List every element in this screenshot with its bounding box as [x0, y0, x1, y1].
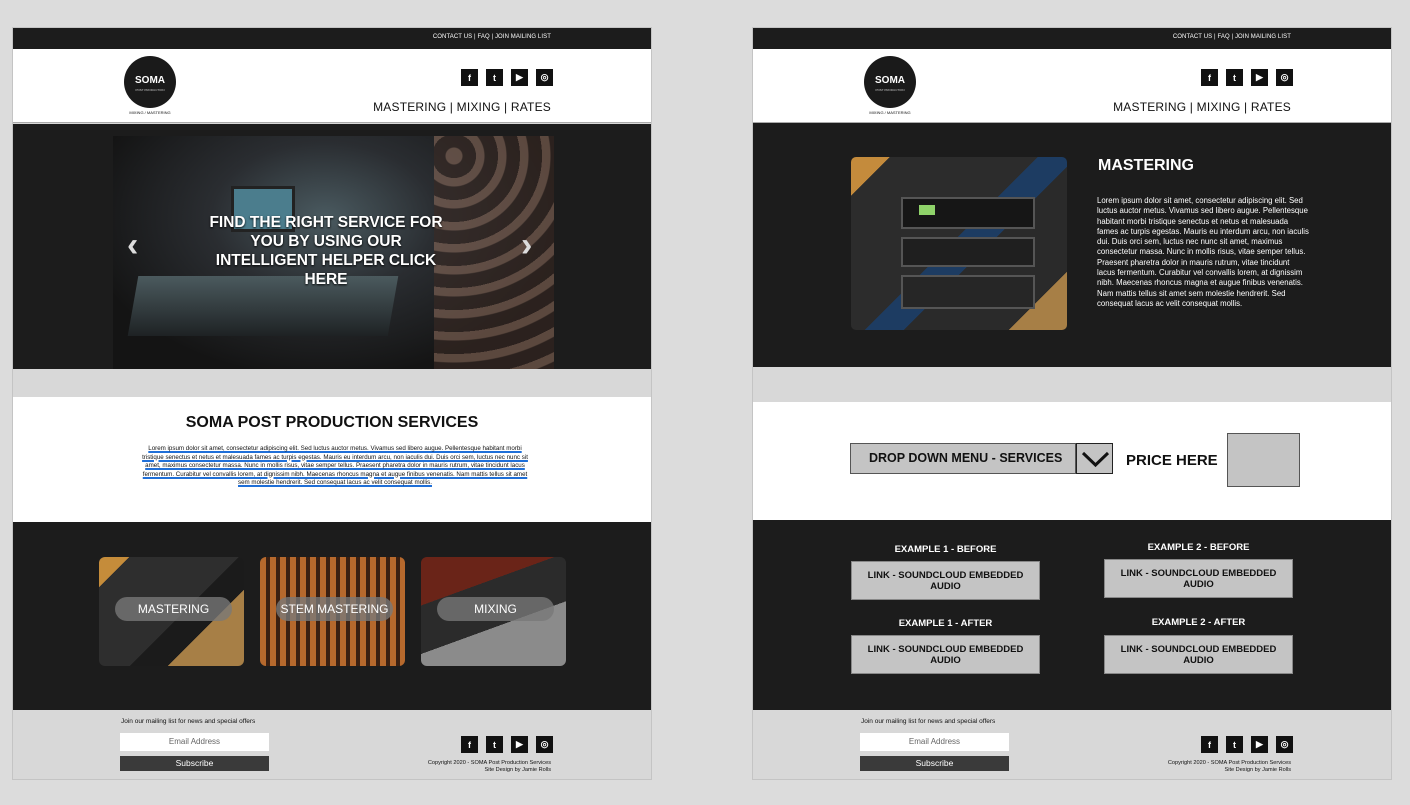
service-cards-section: MASTERING STEM MASTERING MIXING — [13, 522, 651, 710]
youtube-icon[interactable]: ▶ — [511, 69, 528, 86]
card-label: MIXING — [437, 597, 554, 621]
header-social-icons: f t ▶ ◎ — [461, 69, 553, 86]
site-header: SOMA POST PRODUCTION MIXING / MASTERING … — [13, 49, 651, 123]
subscribe-button[interactable]: Subscribe — [860, 756, 1009, 771]
carousel-prev-icon[interactable]: ‹ — [127, 228, 138, 262]
outboard-rack-image — [851, 157, 1067, 330]
site-credit: Site Design by Jamie Rolls — [1224, 767, 1291, 773]
copyright-text: Copyright 2020 - SOMA Post Production Se… — [427, 760, 551, 766]
mastering-heading: MASTERING — [1098, 157, 1194, 174]
instagram-icon[interactable]: ◎ — [1276, 736, 1293, 753]
twitter-icon[interactable]: t — [1226, 69, 1243, 86]
acoustic-panel-wall — [434, 136, 554, 369]
example-1-after-label: EXAMPLE 1 - AFTER — [898, 618, 993, 629]
copyright-text: Copyright 2020 - SOMA Post Production Se… — [1167, 760, 1291, 766]
logo-text: SOMA — [875, 75, 905, 86]
instagram-icon[interactable]: ◎ — [536, 736, 553, 753]
soma-logo[interactable]: SOMA POST PRODUCTION — [124, 56, 176, 108]
subscribe-button[interactable]: Subscribe — [120, 756, 269, 771]
services-intro: SOMA POST PRODUCTION SERVICES Lorem ipsu… — [13, 397, 651, 522]
site-header: SOMA POST PRODUCTION MIXING / MASTERING … — [753, 49, 1391, 123]
logo-text: SOMA — [135, 75, 165, 86]
example-1-before-label: EXAMPLE 1 - BEFORE — [894, 544, 997, 555]
carousel-next-icon[interactable]: › — [521, 228, 532, 262]
youtube-icon[interactable]: ▶ — [1251, 736, 1268, 753]
logo-subtext: POST PRODUCTION — [875, 88, 905, 92]
audio-examples-section: EXAMPLE 1 - BEFORE LINK - SOUNDCLOUD EMB… — [753, 520, 1391, 710]
logo-tagline: MIXING / MASTERING — [129, 110, 171, 115]
mailing-list-text: Join our mailing list for news and speci… — [861, 718, 996, 725]
youtube-icon[interactable]: ▶ — [1251, 69, 1268, 86]
price-label: PRICE HERE — [1126, 452, 1218, 469]
top-bar: CONTACT US | FAQ | JOIN MAILING LIST — [13, 28, 651, 49]
rack-unit — [901, 237, 1035, 267]
rack-display — [919, 205, 935, 215]
example-2-before-label: EXAMPLE 2 - BEFORE — [1147, 542, 1250, 553]
chevron-down-icon — [1081, 451, 1110, 468]
top-bar: CONTACT US | FAQ | JOIN MAILING LIST — [753, 28, 1391, 49]
twitter-icon[interactable]: t — [1226, 736, 1243, 753]
top-links[interactable]: CONTACT US | FAQ | JOIN MAILING LIST — [433, 34, 551, 40]
mastering-section: MASTERING Lorem ipsum dolor sit amet, co… — [753, 123, 1391, 367]
service-card-mastering[interactable]: MASTERING — [99, 557, 244, 666]
example-2-after-audio-link[interactable]: LINK - SOUNDCLOUD EMBEDDED AUDIO — [1104, 635, 1293, 674]
hero-cta-text[interactable]: FIND THE RIGHT SERVICE FOR YOU BY USING … — [206, 213, 446, 289]
service-card-mixing[interactable]: MIXING — [421, 557, 566, 666]
site-credit: Site Design by Jamie Rolls — [484, 767, 551, 773]
main-nav[interactable]: MASTERING | MIXING | RATES — [1113, 100, 1291, 114]
footer-social-icons: f t ▶ ◎ — [1201, 736, 1293, 753]
dropdown-toggle[interactable] — [1076, 443, 1113, 474]
services-dropdown[interactable]: DROP DOWN MENU - SERVICES — [850, 443, 1076, 474]
rack-unit — [901, 275, 1035, 309]
instagram-icon[interactable]: ◎ — [1276, 69, 1293, 86]
footer-social-icons: f t ▶ ◎ — [461, 736, 553, 753]
email-field[interactable]: Email Address — [120, 733, 269, 751]
footer-copyright: Copyright 2020 - SOMA Post Production Se… — [428, 760, 551, 774]
home-page-mockup: CONTACT US | FAQ | JOIN MAILING LIST SOM… — [12, 27, 652, 780]
site-footer: Join our mailing list for news and speci… — [753, 710, 1391, 779]
card-label: MASTERING — [115, 597, 232, 621]
pricing-section: DROP DOWN MENU - SERVICES PRICE HERE — [753, 402, 1391, 520]
instagram-icon[interactable]: ◎ — [536, 69, 553, 86]
logo-subtext: POST PRODUCTION — [135, 88, 165, 92]
logo-tagline: MIXING / MASTERING — [869, 110, 911, 115]
main-nav[interactable]: MASTERING | MIXING | RATES — [373, 100, 551, 114]
mastering-page-mockup: CONTACT US | FAQ | JOIN MAILING LIST SOM… — [752, 27, 1392, 780]
site-footer: Join our mailing list for news and speci… — [13, 710, 651, 779]
services-title: SOMA POST PRODUCTION SERVICES — [185, 414, 479, 431]
example-2-before-audio-link[interactable]: LINK - SOUNDCLOUD EMBEDDED AUDIO — [1104, 559, 1293, 598]
twitter-icon[interactable]: t — [486, 736, 503, 753]
hero-section: ‹ › FIND THE RIGHT SERVICE FOR YOU BY US… — [13, 124, 651, 369]
mastering-body: Lorem ipsum dolor sit amet, consectetur … — [1097, 196, 1309, 308]
top-links[interactable]: CONTACT US | FAQ | JOIN MAILING LIST — [1173, 34, 1291, 40]
soma-logo[interactable]: SOMA POST PRODUCTION — [864, 56, 916, 108]
youtube-icon[interactable]: ▶ — [511, 736, 528, 753]
card-label: STEM MASTERING — [276, 597, 393, 621]
mailing-list-text: Join our mailing list for news and speci… — [121, 718, 256, 725]
price-display — [1227, 433, 1300, 487]
services-body: Lorem ipsum dolor sit amet, consectetur … — [142, 445, 528, 487]
footer-copyright: Copyright 2020 - SOMA Post Production Se… — [1168, 760, 1291, 774]
facebook-icon[interactable]: f — [1201, 736, 1218, 753]
header-social-icons: f t ▶ ◎ — [1201, 69, 1293, 86]
service-card-stem-mastering[interactable]: STEM MASTERING — [260, 557, 405, 666]
facebook-icon[interactable]: f — [461, 736, 478, 753]
facebook-icon[interactable]: f — [1201, 69, 1218, 86]
email-field[interactable]: Email Address — [860, 733, 1009, 751]
example-1-before-audio-link[interactable]: LINK - SOUNDCLOUD EMBEDDED AUDIO — [851, 561, 1040, 600]
facebook-icon[interactable]: f — [461, 69, 478, 86]
example-2-after-label: EXAMPLE 2 - AFTER — [1151, 617, 1246, 628]
twitter-icon[interactable]: t — [486, 69, 503, 86]
example-1-after-audio-link[interactable]: LINK - SOUNDCLOUD EMBEDDED AUDIO — [851, 635, 1040, 674]
